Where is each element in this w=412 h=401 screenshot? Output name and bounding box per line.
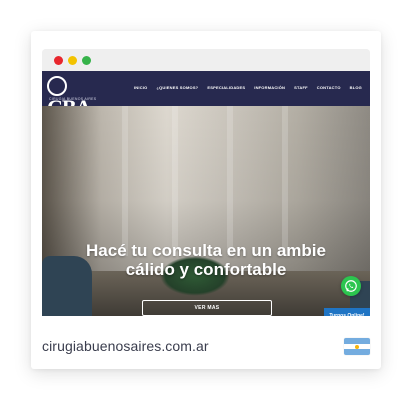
site-menu: INICIO ¿QUIENES SOMOS? ESPECIALIDADES IN… [134,85,362,90]
menu-item-quienes-somos[interactable]: ¿QUIENES SOMOS? [156,85,198,90]
turnos-online-button[interactable]: Turnos Online! [324,308,370,316]
menu-item-blog[interactable]: BLOG [350,85,362,90]
hero-title-line-2: cálido y confortable [125,260,287,279]
whatsapp-icon [345,280,357,292]
menu-item-informacion[interactable]: INFORMACIÓN [254,85,285,90]
hero-title: Hacé tu consulta en un ambie cálido y co… [42,241,370,279]
maximize-window-icon[interactable] [82,56,91,65]
browser-window: CBA CIRUGIA BUENOS AIRES INICIO ¿QUIENES… [42,49,370,316]
site-domain-label: cirugiabuenosaires.com.ar [42,338,209,354]
site-navbar: CBA CIRUGIA BUENOS AIRES INICIO ¿QUIENES… [42,71,370,119]
browser-chrome [42,49,370,71]
hero-title-line-1: Hacé tu consulta en un ambie [86,241,326,260]
minimize-window-icon[interactable] [68,56,77,65]
menu-item-especialidades[interactable]: ESPECIALIDADES [207,85,245,90]
site-logo[interactable]: CBA CIRUGIA BUENOS AIRES [47,75,107,119]
logo-subtitle: CIRUGIA BUENOS AIRES [49,97,97,101]
whatsapp-button[interactable] [341,276,361,296]
curtain-fold [122,106,128,256]
argentina-flag-icon [344,338,370,355]
menu-item-contacto[interactable]: CONTACTO [317,85,341,90]
menu-item-inicio[interactable]: INICIO [134,85,147,90]
menu-item-staff[interactable]: STAFF [294,85,308,90]
close-window-icon[interactable] [54,56,63,65]
curtain-fold [227,106,233,256]
hero-section: Hacé tu consulta en un ambie cálido y co… [42,106,370,316]
curtain-fold [282,106,288,256]
ver-mas-button[interactable]: VER MAS [142,300,272,316]
curtain-fold [172,106,178,256]
preview-card: CBA CIRUGIA BUENOS AIRES INICIO ¿QUIENES… [31,31,381,369]
website-screenshot: CBA CIRUGIA BUENOS AIRES INICIO ¿QUIENES… [42,71,370,316]
